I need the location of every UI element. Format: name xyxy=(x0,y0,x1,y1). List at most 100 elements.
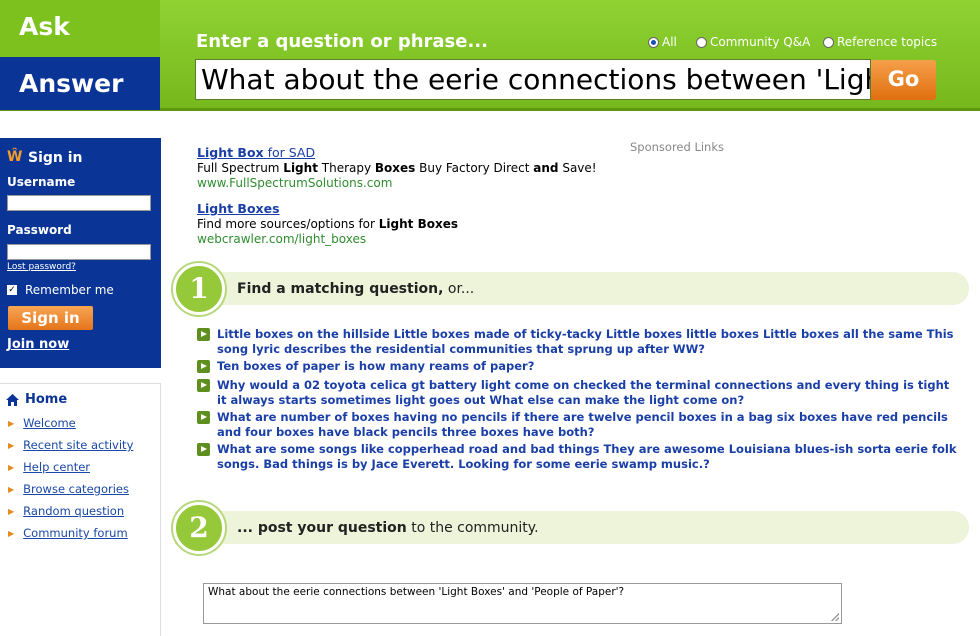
sponsored-links-label: Sponsored Links xyxy=(630,140,724,154)
nav-item-recent-activity[interactable]: ▶ Recent site activity xyxy=(8,438,133,452)
nav-item-random-question[interactable]: ▶ Random question xyxy=(8,504,124,518)
ad-desc-part: Therapy xyxy=(317,160,375,175)
step2-heading-rest: to the community. xyxy=(406,520,539,536)
radio-button-icon[interactable] xyxy=(648,36,659,48)
ad-url[interactable]: webcrawler.com/light_boxes xyxy=(197,232,458,248)
ad-item: Light Boxes Find more sources/options fo… xyxy=(197,201,458,248)
list-item[interactable]: Ten boxes of paper is how many reams of … xyxy=(197,359,962,374)
nav-item-label[interactable]: Welcome xyxy=(23,416,76,430)
step1-heading-rest: or... xyxy=(443,281,475,297)
play-arrow-icon xyxy=(197,443,210,456)
radio-all-label: All xyxy=(662,35,677,49)
ad-title-bold[interactable]: Light Boxes xyxy=(197,201,280,216)
question-link[interactable]: What are number of boxes having no penci… xyxy=(217,410,962,440)
nav-item-label[interactable]: Recent site activity xyxy=(23,438,133,452)
go-button[interactable]: Go xyxy=(871,60,936,100)
ad-desc-bold: Boxes xyxy=(374,160,416,175)
signin-title: Sign in xyxy=(28,150,83,166)
list-item[interactable]: Little boxes on the hillside Little boxe… xyxy=(197,327,962,357)
step1-heading-bold: Find a matching question, xyxy=(237,281,444,297)
ad-title-link[interactable]: Light Box for SAD xyxy=(197,145,597,161)
nav-home[interactable]: Home xyxy=(6,392,67,407)
play-arrow-icon xyxy=(197,360,210,373)
step2-heading: ... post your question to the community. xyxy=(237,520,539,536)
radio-community-qa[interactable]: Community Q&A xyxy=(696,35,810,49)
play-arrow-icon xyxy=(197,411,210,424)
question-textarea[interactable]: What about the eerie connections between… xyxy=(203,583,842,624)
nav-item-label[interactable]: Community forum xyxy=(23,526,128,540)
list-item[interactable]: Why would a 02 toyota celica gt battery … xyxy=(197,378,962,408)
search-input[interactable]: What about the eerie connections between… xyxy=(195,59,871,100)
question-textarea-value[interactable]: What about the eerie connections between… xyxy=(208,586,624,598)
list-item[interactable]: What are number of boxes having no penci… xyxy=(197,410,962,440)
nav-item-browse-categories[interactable]: ▶ Browse categories xyxy=(8,482,129,496)
join-now-link[interactable]: Join now xyxy=(7,337,69,352)
ad-item: Light Box for SAD Full Spectrum Light Th… xyxy=(197,145,597,192)
ad-description: Find more sources/options for Light Boxe… xyxy=(197,217,458,233)
radio-reference-topics-label: Reference topics xyxy=(837,35,938,49)
step1-heading: Find a matching question, or... xyxy=(237,281,474,297)
signin-panel: Ŵ Sign in Username Password xyxy=(0,138,161,368)
lost-password-text[interactable]: Lost password? xyxy=(7,262,76,272)
search-prompt: Enter a question or phrase... xyxy=(196,31,488,52)
bullet-arrow-icon: ▶ xyxy=(8,484,15,494)
radio-button-icon[interactable] xyxy=(696,36,707,48)
search-input-value[interactable]: What about the eerie connections between… xyxy=(201,63,870,96)
question-link[interactable]: Little boxes on the hillside Little boxe… xyxy=(217,327,962,357)
house-icon xyxy=(6,393,19,406)
question-link[interactable]: Ten boxes of paper is how many reams of … xyxy=(217,359,534,374)
ad-title-rest[interactable]: for SAD xyxy=(264,145,316,160)
bullet-arrow-icon: ▶ xyxy=(8,418,15,428)
password-field[interactable] xyxy=(7,244,151,260)
ad-title-link[interactable]: Light Boxes xyxy=(197,201,458,217)
play-arrow-icon xyxy=(197,328,210,341)
ad-desc-part: Buy Factory Direct xyxy=(415,160,534,175)
ad-desc-part: Full Spectrum xyxy=(197,160,284,175)
step2-number-badge: 2 xyxy=(173,502,225,554)
bullet-arrow-icon: ▶ xyxy=(8,462,15,472)
bullet-arrow-icon: ▶ xyxy=(8,440,15,450)
username-label: Username xyxy=(7,175,76,189)
nav-item-label[interactable]: Browse categories xyxy=(23,482,129,496)
logo-ask[interactable]: Ask xyxy=(0,0,160,57)
remember-me-label: Remember me xyxy=(25,283,114,297)
bullet-arrow-icon: ▶ xyxy=(8,528,15,538)
nav-home-label[interactable]: Home xyxy=(25,392,67,407)
step2-heading-bold: ... post your question xyxy=(237,520,407,536)
signin-button[interactable]: Sign in xyxy=(8,306,93,330)
question-link[interactable]: What are some songs like copperhead road… xyxy=(217,442,962,472)
ad-desc-bold: and xyxy=(533,160,559,175)
nav-item-welcome[interactable]: ▶ Welcome xyxy=(8,416,76,430)
ad-url[interactable]: www.FullSpectrumSolutions.com xyxy=(197,176,597,192)
remember-me[interactable]: ✓ Remember me xyxy=(7,283,114,297)
ad-desc-part: Save! xyxy=(558,160,597,175)
logo-answer[interactable]: Answer xyxy=(0,57,160,110)
bullet-arrow-icon: ▶ xyxy=(8,506,15,516)
question-link[interactable]: Why would a 02 toyota celica gt battery … xyxy=(217,378,962,408)
username-field[interactable] xyxy=(7,195,151,211)
step1-number-badge: 1 xyxy=(173,263,225,315)
w-logo-icon: Ŵ xyxy=(7,149,23,165)
left-nav: Home ▶ Welcome ▶ Recent site activity ▶ … xyxy=(0,383,161,636)
nav-item-label[interactable]: Random question xyxy=(23,504,124,518)
radio-all[interactable]: All xyxy=(648,35,677,49)
checkbox-checked-icon[interactable]: ✓ xyxy=(7,285,17,295)
list-item[interactable]: What are some songs like copperhead road… xyxy=(197,442,962,472)
logo-answer-text: Answer xyxy=(19,69,124,98)
radio-reference-topics[interactable]: Reference topics xyxy=(823,35,937,49)
ad-description: Full Spectrum Light Therapy Boxes Buy Fa… xyxy=(197,161,597,177)
ad-desc-bold: Light Boxes xyxy=(378,216,458,231)
ad-title-bold[interactable]: Light Box xyxy=(197,145,264,160)
nav-item-community-forum[interactable]: ▶ Community forum xyxy=(8,526,128,540)
nav-item-label[interactable]: Help center xyxy=(23,460,90,474)
nav-item-help-center[interactable]: ▶ Help center xyxy=(8,460,90,474)
lost-password-link[interactable]: Lost password? xyxy=(7,262,76,272)
logo-ask-text: Ask xyxy=(19,12,70,41)
password-label: Password xyxy=(7,223,72,237)
resize-grip-icon[interactable] xyxy=(831,613,839,621)
play-arrow-icon xyxy=(197,379,210,392)
ad-desc-part: Find more sources/options for xyxy=(197,216,379,231)
ad-desc-bold: Light xyxy=(283,160,318,175)
radio-community-qa-label: Community Q&A xyxy=(710,35,811,49)
radio-button-icon[interactable] xyxy=(823,36,834,48)
